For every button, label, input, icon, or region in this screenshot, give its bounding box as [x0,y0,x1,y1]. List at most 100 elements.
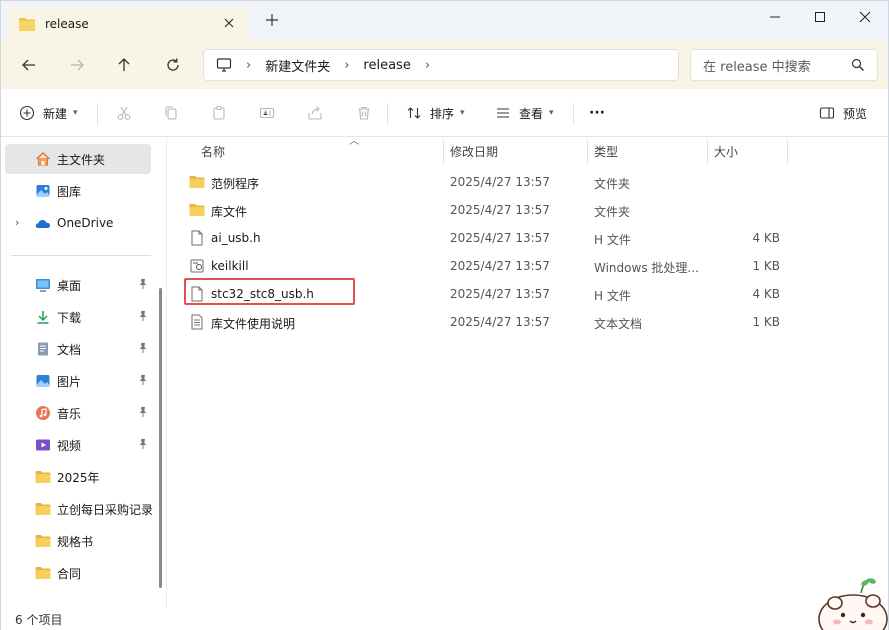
column-header-name[interactable]: ︿ 名称 [201,136,359,164]
tab-release[interactable]: release [7,7,247,41]
computer-icon[interactable] [216,57,232,73]
preview-button[interactable]: 预览 [819,101,867,125]
file-size: 1 KB [752,315,780,329]
view-button[interactable]: 查看 ▾ [495,101,554,125]
pin-icon[interactable] [137,278,149,293]
address-bar[interactable]: › 新建文件夹 › release › [203,49,679,81]
file-size: 1 KB [752,259,780,273]
forward-arrow-icon[interactable] [65,53,89,77]
sidebar-item-5[interactable]: 视频 [5,430,151,460]
breadcrumb-release[interactable]: release [363,58,410,73]
chevron-right-icon[interactable]: › [15,216,19,229]
tab-close-icon[interactable] [221,15,237,31]
back-arrow-icon[interactable] [17,53,41,77]
file-date: 2025/4/27 13:57 [450,203,550,217]
file-row[interactable]: ai_usb.h 2025/4/27 13:57 H 文件 4 KB [185,224,805,252]
file-date: 2025/4/27 13:57 [450,287,550,301]
text-file-icon [189,314,205,330]
maximize-icon[interactable] [798,5,842,29]
file-type: Windows 批处理... [594,261,699,275]
sidebar-item-3[interactable]: 图片 [5,366,151,396]
column-divider[interactable] [443,140,444,164]
refresh-icon[interactable] [161,53,185,77]
chevron-right-icon[interactable]: › [246,58,251,73]
delete-icon[interactable] [356,101,372,125]
sidebar-item-8[interactable]: 规格书 [5,526,151,556]
file-name: 库文件使用说明 [211,317,296,331]
share-icon[interactable] [307,101,323,125]
file-row[interactable]: stc32_stc8_usb.h 2025/4/27 13:57 H 文件 4 KB [185,280,805,308]
chevron-right-icon[interactable]: › [344,58,349,73]
sort-button[interactable]: 排序 ▾ [406,101,465,125]
folder-icon [19,18,35,31]
close-icon[interactable] [843,5,887,29]
sidebar-item-gallery[interactable]: 图库 [5,176,151,206]
file-row[interactable]: keilkill 2025/4/27 13:57 Windows 批处理... 1 K… [185,252,805,280]
sidebar-item-home[interactable]: 主文件夹 [5,144,151,174]
minimize-icon[interactable] [753,5,797,29]
sidebar-item-4[interactable]: 音乐 [5,398,151,428]
pin-icon[interactable] [137,438,149,453]
folder-icon [35,469,51,485]
column-divider[interactable] [707,140,708,164]
search-icon[interactable] [851,58,865,72]
file-type: 文本文档 [594,317,643,331]
picture-icon [35,373,51,389]
sidebar-item-1[interactable]: 下载 [5,302,151,332]
divider [97,103,98,125]
sidebar-item-label: 桌面 [57,278,82,293]
file-type: 文件夹 [594,177,631,191]
file-name: 范例程序 [211,177,260,191]
new-tab-plus-icon[interactable] [263,13,281,31]
command-bar: 新建 ▾ 排序 ▾ 查看 ▾ ··· 预览 [1,89,888,137]
sidebar-item-label: 立创每日采购记录 [57,502,154,517]
cut-icon[interactable] [116,101,132,125]
sidebar-item-6[interactable]: 2025年 [5,462,151,492]
up-arrow-icon[interactable] [112,53,136,77]
folder-icon [189,174,205,190]
file-name: keilkill [211,259,249,273]
pin-icon[interactable] [137,406,149,421]
pin-icon[interactable] [137,310,149,325]
more-options-icon[interactable]: ··· [589,101,605,125]
gallery-icon [36,185,50,197]
file-date: 2025/4/27 13:57 [450,315,550,329]
copy-icon[interactable] [163,101,179,125]
file-row[interactable]: 库文件使用说明 2025/4/27 13:57 文本文档 1 KB [185,308,805,336]
document-icon [35,341,51,357]
file-name: stc32_stc8_usb.h [211,287,314,301]
sidebar-scrollbar[interactable] [159,288,162,588]
mascot-sticker-image [818,578,888,630]
sidebar-item-label: 图片 [57,374,82,389]
breadcrumb-new-folder[interactable]: 新建文件夹 [265,56,330,75]
folder-icon [189,202,205,218]
status-bar: 6 个项目 [1,608,888,630]
sidebar-item-2[interactable]: 文档 [5,334,151,364]
navigation-bar: › 新建文件夹 › release › 在 release 中搜索 [1,41,888,89]
file-row[interactable]: 范例程序 2025/4/27 13:57 文件夹 [185,168,805,196]
chevron-down-icon: ▾ [73,108,78,118]
search-input[interactable]: 在 release 中搜索 [690,49,878,81]
pin-icon[interactable] [137,342,149,357]
video-icon [35,437,51,453]
paste-icon[interactable] [211,101,227,125]
sort-icon [407,107,421,119]
divider [387,103,388,125]
column-divider[interactable] [787,140,788,164]
sidebar-item-onedrive[interactable]: › OneDrive [5,208,151,238]
chevron-right-icon[interactable]: › [425,58,430,73]
file-type: 文件夹 [594,205,631,219]
sort-ascending-icon: ︿ [349,136,359,147]
file-row[interactable]: 库文件 2025/4/27 13:57 文件夹 [185,196,805,224]
new-button[interactable]: 新建 ▾ [19,101,78,125]
column-header-size[interactable]: 大小 [714,138,738,164]
sidebar-item-7[interactable]: 立创每日采购记录 [5,494,154,524]
column-header-type[interactable]: 类型 [594,138,618,164]
sidebar-item-0[interactable]: 桌面 [5,270,151,300]
column-divider[interactable] [587,140,588,164]
rename-icon[interactable] [259,101,275,125]
desktop-icon [35,277,51,293]
sidebar-item-9[interactable]: 合同 [5,558,151,588]
pin-icon[interactable] [137,374,149,389]
column-header-date[interactable]: 修改日期 [450,138,498,164]
